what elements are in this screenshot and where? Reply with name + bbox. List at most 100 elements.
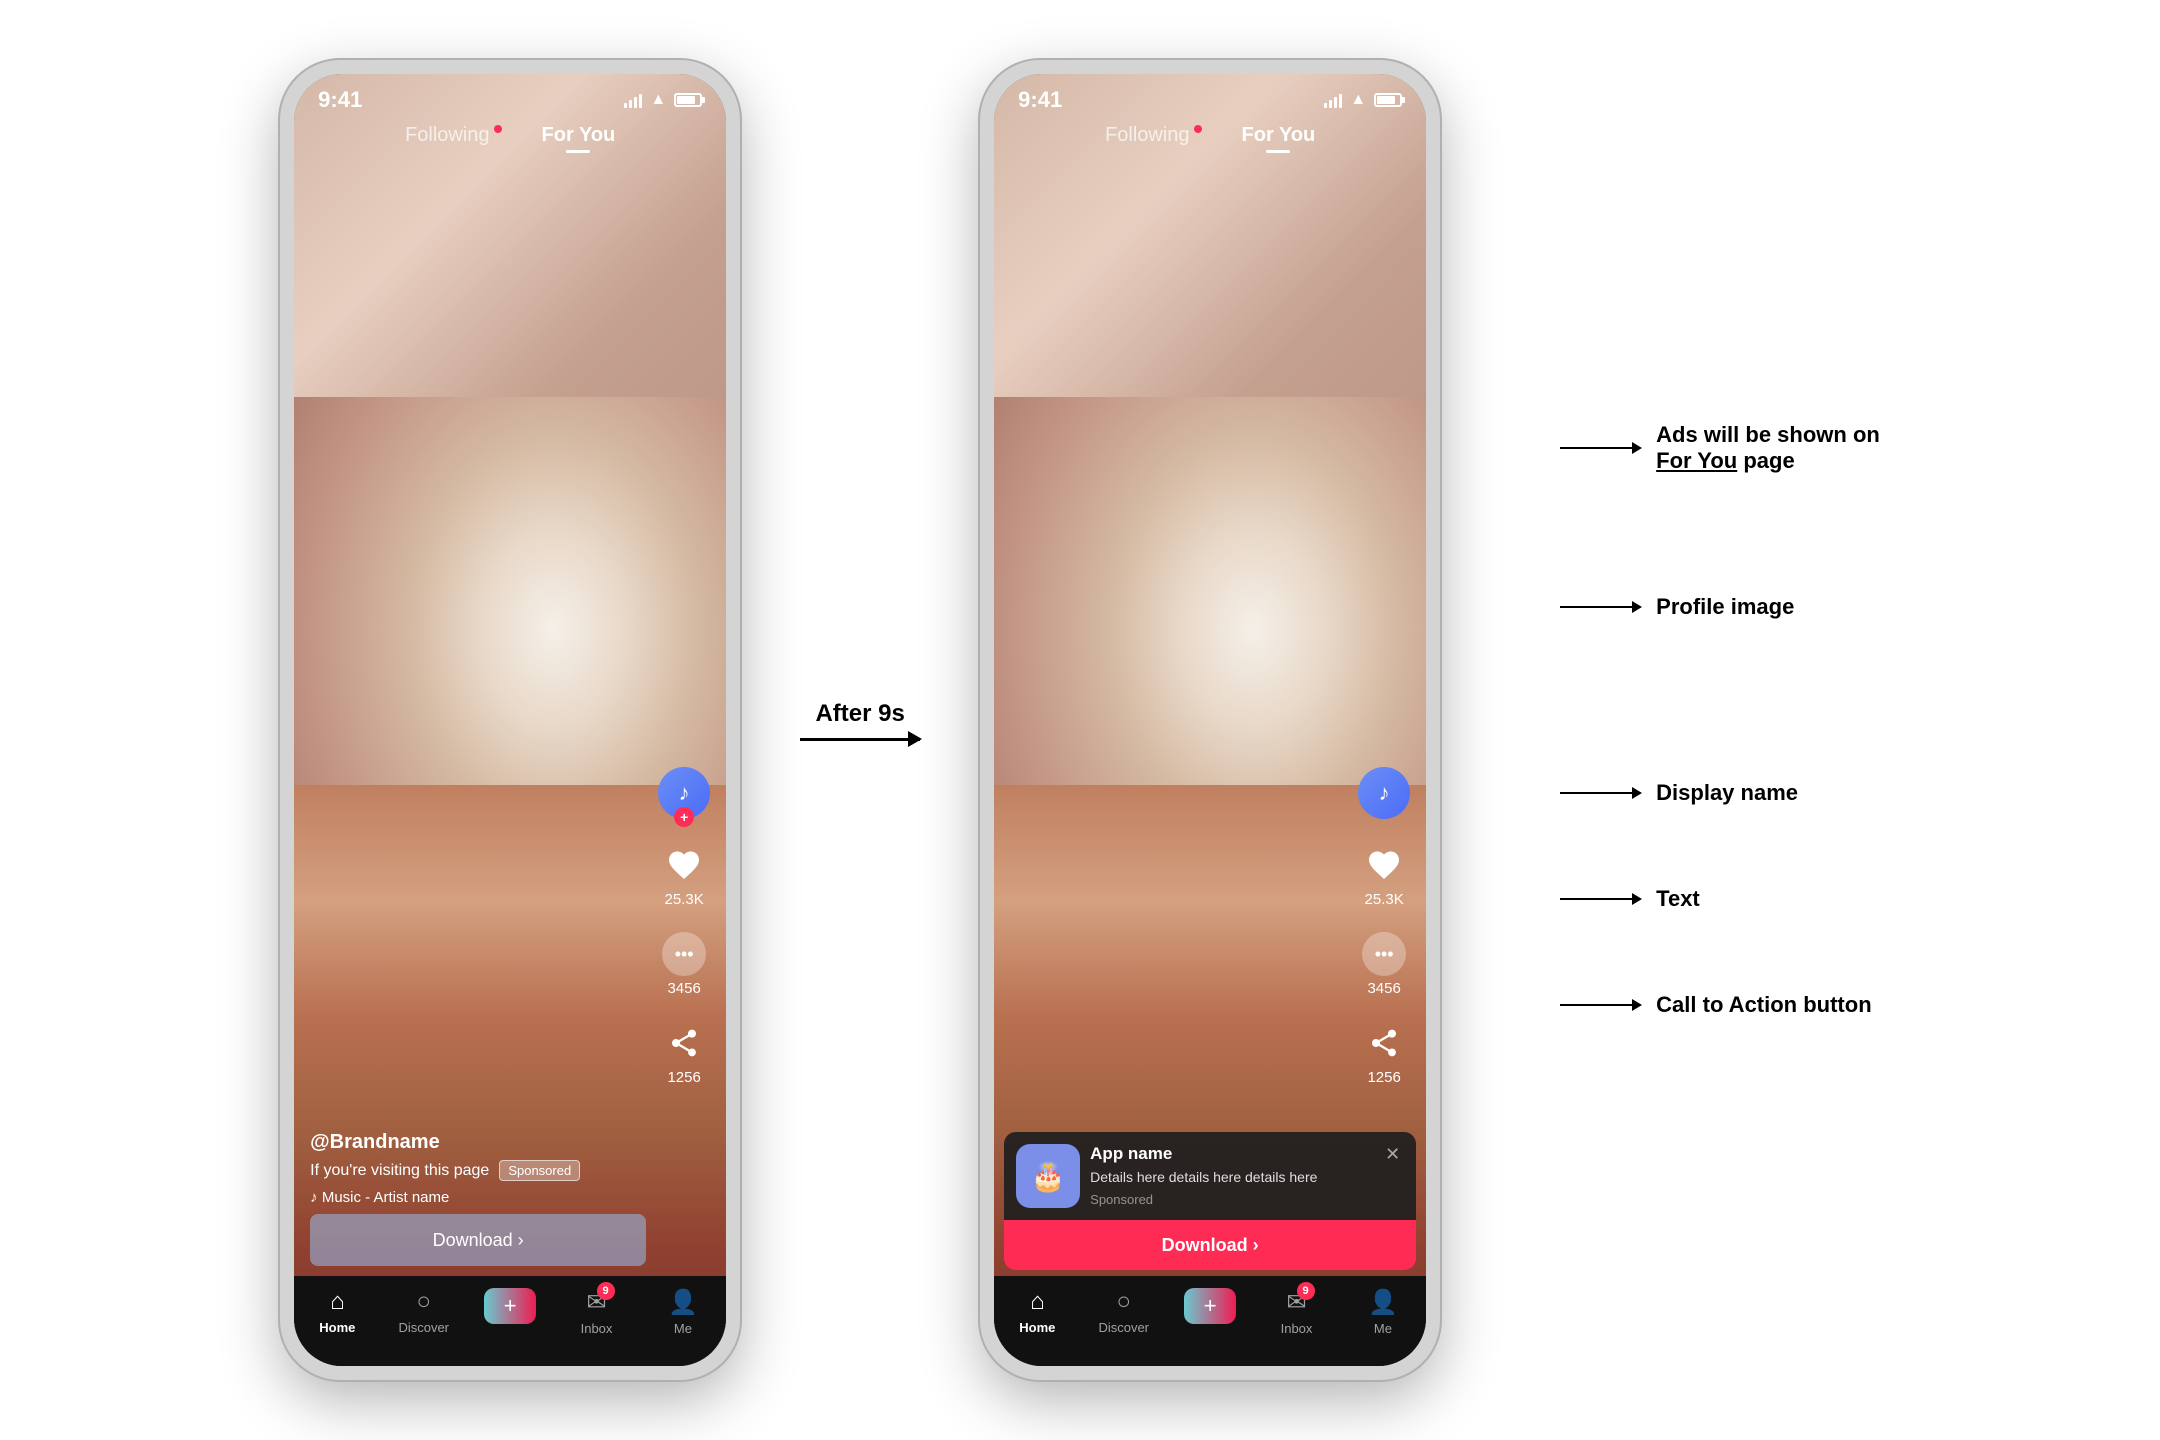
share-action[interactable]: 1256: [662, 1021, 706, 1086]
nav-inbox-label: Inbox: [581, 1321, 613, 1336]
nav-home-label-2: Home: [1019, 1320, 1055, 1335]
profile-button[interactable]: ♪ +: [658, 767, 710, 819]
music-info: ♪ Music - Artist name: [310, 1189, 646, 1206]
me-icon: 👤: [668, 1288, 698, 1317]
annotation-text-profile: Profile image: [1656, 594, 1794, 620]
nav-item-discover-2[interactable]: ○ Discover: [1094, 1288, 1154, 1335]
annotation-text-text: Text: [1656, 886, 1700, 912]
tab-for-you-2[interactable]: For You: [1242, 124, 1316, 153]
caption-row: If you're visiting this page Sponsored: [310, 1160, 646, 1181]
comment-count: 3456: [667, 980, 700, 997]
ad-overlay: 🎂 App name Details here details here det…: [1004, 1132, 1416, 1270]
phone-2: 9:41 ▲: [980, 60, 1440, 1380]
tab-following[interactable]: Following: [405, 124, 501, 153]
ad-header: 🎂 App name Details here details here det…: [1016, 1144, 1404, 1208]
right-actions: ♪ + 25.3K ••• 3456: [658, 767, 710, 1086]
annotation-display-name: Display name: [1560, 780, 1880, 806]
annotation-profile: Profile image: [1560, 594, 1880, 620]
following-dot-2: [1194, 125, 1202, 133]
tab-for-you[interactable]: For You: [542, 124, 616, 153]
inbox-badge-2: 9: [1297, 1282, 1315, 1300]
annotation-ads: Ads will be shown on For You page: [1560, 422, 1880, 474]
nav-me-label: Me: [674, 1321, 692, 1336]
bottom-nav: ⌂ Home ○ Discover + ✉ 9 In: [294, 1276, 726, 1366]
ad-close-button[interactable]: ✕: [1381, 1144, 1404, 1165]
like-action[interactable]: 25.3K: [662, 843, 706, 908]
phone-2-container: 9:41 ▲: [980, 60, 1440, 1380]
share-action-2[interactable]: 1256: [1362, 1021, 1406, 1086]
nav-item-me-2[interactable]: 👤 Me: [1353, 1288, 1413, 1336]
home-icon-2: ⌂: [1030, 1288, 1045, 1316]
nav-inbox-label-2: Inbox: [1281, 1321, 1313, 1336]
share-count: 1256: [667, 1069, 700, 1086]
annotation-arrow-text: [1560, 898, 1640, 900]
nav-discover-label: Discover: [398, 1320, 449, 1335]
nav-tabs-2: Following For You: [994, 124, 1426, 153]
nav-item-home[interactable]: ⌂ Home: [307, 1288, 367, 1335]
like-action-2[interactable]: 25.3K: [1362, 843, 1406, 908]
signal-icon: [624, 92, 642, 108]
status-bar-2: 9:41 ▲: [994, 74, 1426, 126]
arrow-line: [800, 738, 920, 741]
create-plus-button[interactable]: +: [484, 1288, 536, 1324]
annotation-cta: Call to Action button: [1560, 992, 1880, 1018]
status-time-2: 9:41: [1018, 87, 1062, 113]
comment-count-2: 3456: [1367, 980, 1400, 997]
comment-action[interactable]: ••• 3456: [662, 932, 706, 997]
comment-action-2[interactable]: ••• 3456: [1362, 932, 1406, 997]
share-icon: [662, 1021, 706, 1065]
inbox-badge: 9: [597, 1282, 615, 1300]
annotation-arrow-cta: [1560, 1004, 1640, 1006]
nav-item-discover[interactable]: ○ Discover: [394, 1288, 454, 1335]
annotation-text-ads: Ads will be shown on For You page: [1656, 422, 1880, 474]
nav-item-inbox-2[interactable]: ✉ 9 Inbox: [1267, 1288, 1327, 1336]
bottom-nav-2: ⌂ Home ○ Discover + ✉: [994, 1276, 1426, 1366]
nav-item-inbox[interactable]: ✉ 9 Inbox: [567, 1288, 627, 1336]
like-count-2: 25.3K: [1365, 891, 1404, 908]
wifi-icon-2: ▲: [1350, 91, 1366, 109]
battery-icon: [674, 93, 702, 107]
ad-card: 🎂 App name Details here details here det…: [1004, 1132, 1416, 1220]
download-button-container: Download ›: [310, 1214, 646, 1266]
download-button[interactable]: Download ›: [310, 1214, 646, 1266]
home-icon: ⌂: [330, 1288, 345, 1316]
phone-1: 9:41 ▲ Following: [280, 60, 740, 1380]
nav-item-home-2[interactable]: ⌂ Home: [1007, 1288, 1067, 1335]
annotation-arrow-display-name: [1560, 792, 1640, 794]
me-icon-2: 👤: [1368, 1288, 1398, 1317]
status-icons: ▲: [624, 91, 702, 109]
tab-following-2[interactable]: Following: [1105, 124, 1201, 153]
status-icons-2: ▲: [1324, 91, 1402, 109]
ad-app-icon: 🎂: [1016, 1144, 1080, 1208]
nav-item-create[interactable]: +: [480, 1288, 540, 1324]
annotations-block: Ads will be shown on For You page Profil…: [1540, 422, 1880, 1018]
ad-app-name: App name: [1090, 1144, 1371, 1164]
follow-plus-badge: +: [674, 807, 694, 827]
nav-item-create-2[interactable]: +: [1180, 1288, 1240, 1324]
nav-tabs: Following For You: [294, 124, 726, 153]
annotation-text-cta: Call to Action button: [1656, 992, 1871, 1018]
create-plus-button-2[interactable]: +: [1184, 1288, 1236, 1324]
wifi-icon: ▲: [650, 91, 666, 109]
share-count-2: 1256: [1367, 1069, 1400, 1086]
after-label: After 9s: [815, 700, 904, 728]
profile-button-2[interactable]: ♪: [1358, 767, 1410, 819]
caption-text: If you're visiting this page: [310, 1162, 489, 1180]
ad-sponsored-label: Sponsored: [1090, 1192, 1371, 1207]
ad-text-content: App name Details here details here detai…: [1090, 1144, 1371, 1207]
tiktok-logo-icon: ♪: [679, 780, 690, 806]
status-bar: 9:41 ▲: [294, 74, 726, 126]
comment-icon: •••: [662, 932, 706, 976]
like-count: 25.3K: [665, 891, 704, 908]
nav-item-me[interactable]: 👤 Me: [653, 1288, 713, 1336]
phone-2-screen: 9:41 ▲: [994, 74, 1426, 1366]
following-dot: [494, 125, 502, 133]
brand-name: @Brandname: [310, 1131, 646, 1154]
ad-description: Details here details here details here: [1090, 1168, 1371, 1188]
heart-icon: [662, 843, 706, 887]
annotation-arrow-profile: [1560, 606, 1640, 608]
ad-download-button[interactable]: Download ›: [1004, 1220, 1416, 1270]
status-time: 9:41: [318, 87, 362, 113]
layout: 9:41 ▲ Following: [0, 0, 2160, 1440]
discover-icon-2: ○: [1116, 1288, 1131, 1316]
